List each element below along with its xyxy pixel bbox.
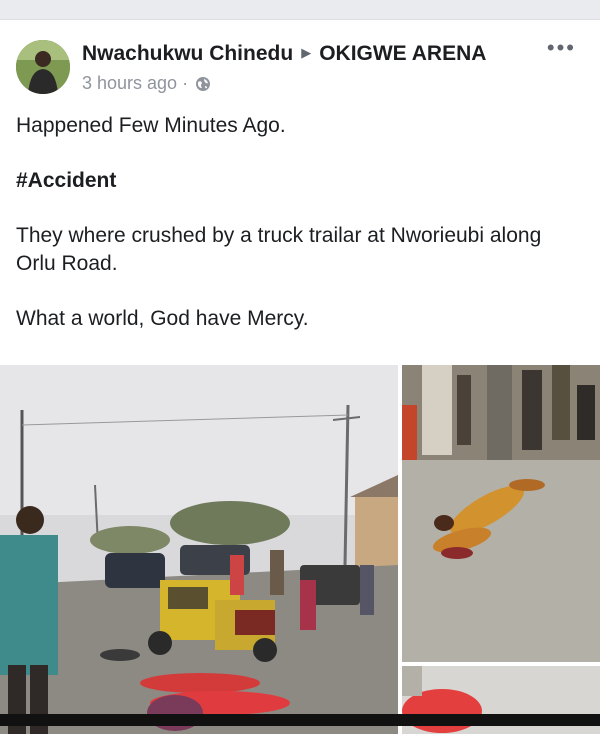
meta-separator: ·	[182, 73, 189, 93]
post-header: Nwachukwu Chinedu ▶ OKIGWE ARENA 3 hours a…	[0, 20, 600, 102]
photo-street-scene[interactable]	[0, 365, 398, 734]
group-name[interactable]: OKIGWE ARENA	[319, 42, 486, 65]
post-timestamp[interactable]: 3 hours ago	[82, 73, 177, 94]
bottom-edge	[0, 714, 600, 726]
post-meta: 3 hours ago ·	[82, 73, 211, 94]
feed-post: Nwachukwu Chinedu ▶ OKIGWE ARENA 3 hours a…	[0, 20, 600, 734]
post-author-line: Nwachukwu Chinedu ▶ OKIGWE ARENA	[82, 42, 486, 66]
post-text: Happened Few Minutes Ago. #Accident They…	[16, 112, 586, 333]
author-name[interactable]: Nwachukwu Chinedu	[82, 42, 293, 65]
author-avatar[interactable]	[16, 40, 70, 94]
photo-grid	[0, 365, 600, 746]
post-line: What a world, God have Mercy.	[16, 307, 309, 330]
hashtag-link[interactable]: #Accident	[16, 167, 586, 195]
photo-victim-on-road[interactable]	[402, 365, 600, 662]
globe-icon	[196, 76, 211, 91]
shared-to-arrow-icon: ▶	[301, 45, 312, 60]
post-line: Happened Few Minutes Ago.	[16, 114, 286, 137]
feed-divider	[0, 0, 600, 20]
more-options-icon[interactable]: •••	[547, 37, 576, 59]
post-line: They where crushed by a truck trailar at…	[16, 224, 542, 275]
